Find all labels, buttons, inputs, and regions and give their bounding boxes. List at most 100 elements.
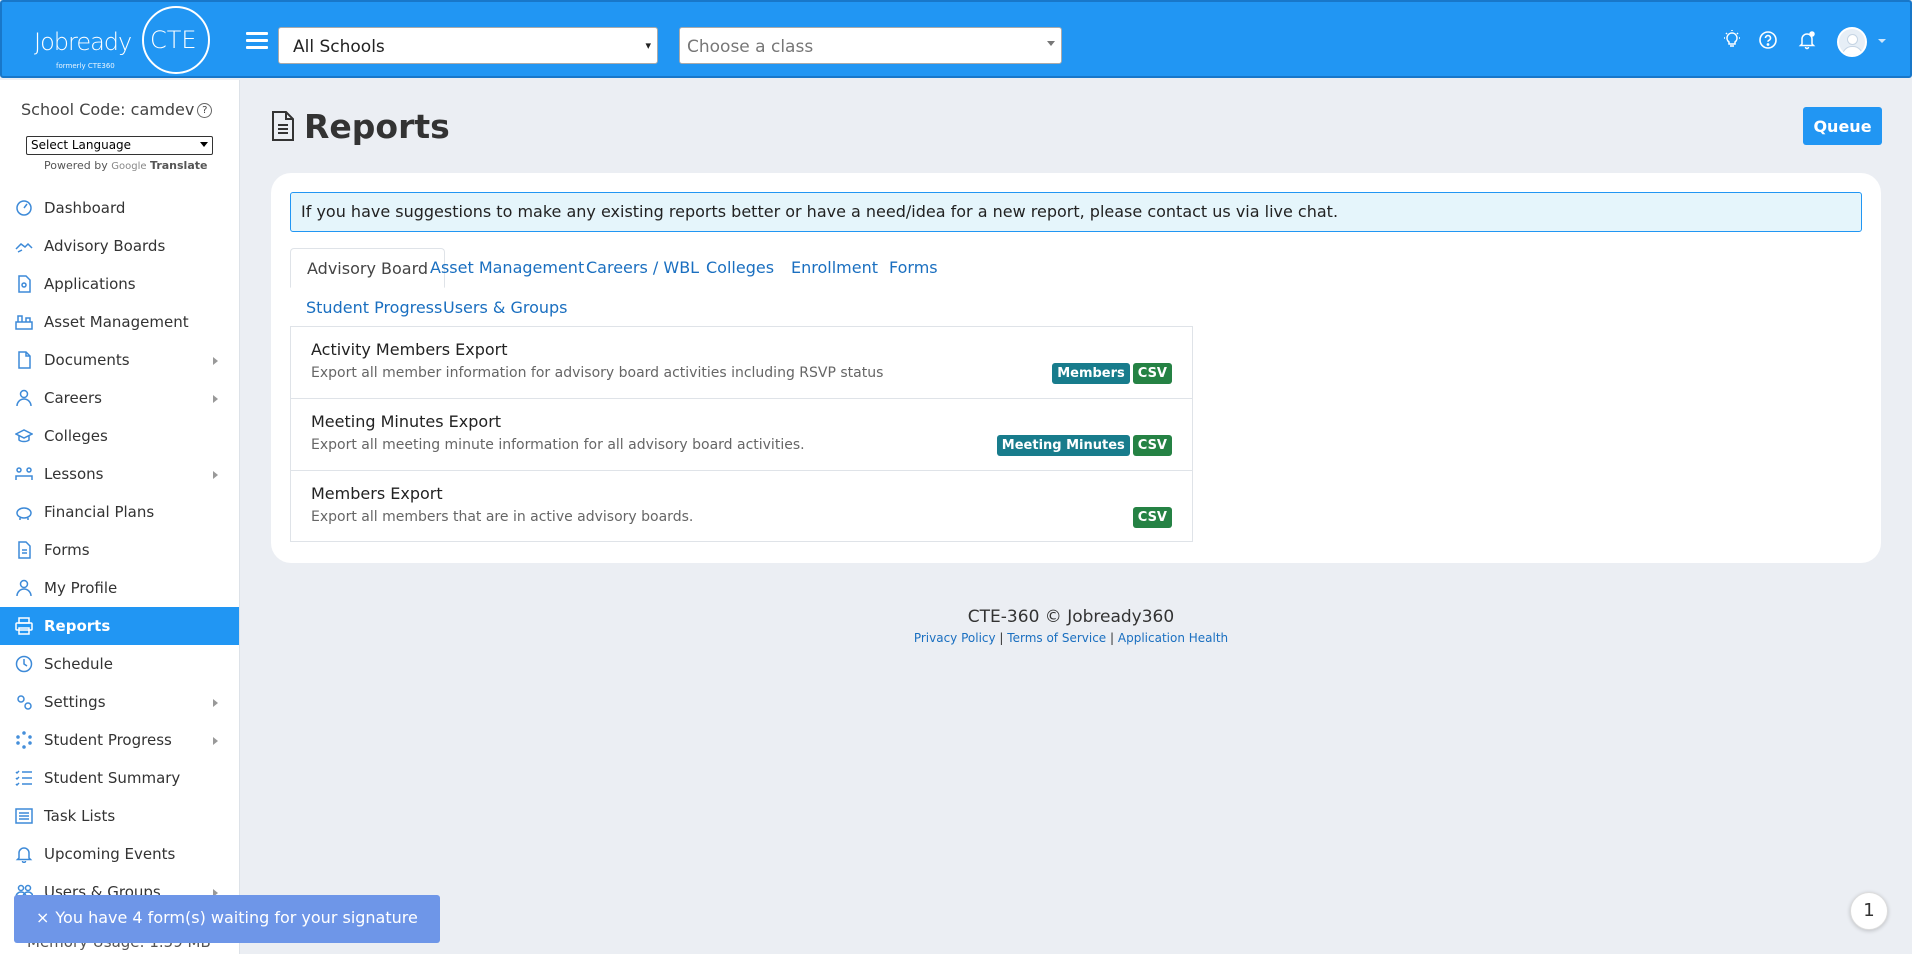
privacy-policy-link[interactable]: Privacy Policy xyxy=(914,631,996,645)
lightbulb-icon[interactable] xyxy=(1721,30,1743,52)
sidebar-item-asset-management[interactable]: Asset Management xyxy=(0,303,239,341)
report-title: Members Export xyxy=(311,484,443,503)
powered-by-text: Powered by xyxy=(44,159,108,172)
translate-link[interactable]: Translate xyxy=(150,159,207,172)
sidebar-item-label: Student Progress xyxy=(44,731,172,749)
sidebar-item-advisory-boards[interactable]: Advisory Boards xyxy=(0,227,239,265)
footer-separator: | xyxy=(999,631,1004,645)
chevron-right-icon xyxy=(213,471,218,479)
report-title: Meeting Minutes Export xyxy=(311,412,502,431)
handshake-icon xyxy=(14,236,34,256)
help-icon[interactable]: ? xyxy=(197,103,213,118)
report-item[interactable]: Meeting Minutes Export Export all meeting… xyxy=(291,399,1192,471)
clock-icon xyxy=(14,654,34,674)
progress-icon xyxy=(14,730,34,750)
language-select-value: Select Language xyxy=(31,138,132,152)
sidebar-item-label: Forms xyxy=(44,541,90,559)
chat-bubble[interactable]: 1 xyxy=(1850,892,1888,930)
language-select[interactable]: Select Language xyxy=(26,136,213,155)
sidebar-item-reports[interactable]: Reports xyxy=(0,607,239,645)
help-icon[interactable] xyxy=(1757,30,1779,52)
type-badge: Members xyxy=(1052,363,1130,384)
sidebar-item-settings[interactable]: Settings xyxy=(0,683,239,721)
sidebar-item-label: Advisory Boards xyxy=(44,237,166,255)
lessons-icon xyxy=(14,464,34,484)
application-icon xyxy=(14,274,34,294)
terms-of-service-link[interactable]: Terms of Service xyxy=(1007,631,1106,645)
form-icon xyxy=(14,540,34,560)
csv-badge: CSV xyxy=(1132,435,1172,456)
type-badge: Meeting Minutes xyxy=(996,435,1130,456)
menu-toggle-icon[interactable] xyxy=(246,32,268,50)
report-item[interactable]: Members Export Export all members that ar… xyxy=(291,471,1192,541)
chevron-right-icon xyxy=(213,699,218,707)
sidebar-item-my-profile[interactable]: My Profile xyxy=(0,569,239,607)
footer-separator: | xyxy=(1110,631,1115,645)
app-logo[interactable]: Jobready CTE formerly CTE360 xyxy=(32,6,212,76)
avatar-caret-icon[interactable] xyxy=(1878,39,1886,43)
report-item[interactable]: Activity Members Export Export all member… xyxy=(291,327,1192,399)
sidebar-item-label: Upcoming Events xyxy=(44,845,176,863)
sidebar-item-label: Dashboard xyxy=(44,199,126,217)
sidebar-item-applications[interactable]: Applications xyxy=(0,265,239,303)
sidebar-item-label: Financial Plans xyxy=(44,503,155,521)
sidebar-item-label: Applications xyxy=(44,275,136,293)
close-icon[interactable]: × xyxy=(36,908,49,927)
user-avatar[interactable] xyxy=(1837,27,1867,57)
sidebar: School Code: camdev? Select Language Pow… xyxy=(0,80,240,954)
copyright: CTE-360 © Jobready360 xyxy=(967,607,1175,627)
school-select[interactable]: All Schools ▾ xyxy=(278,27,658,64)
tab-users-groups[interactable]: Users & Groups xyxy=(427,288,584,328)
sidebar-item-upcoming-events[interactable]: Upcoming Events xyxy=(0,835,239,873)
csv-badge: CSV xyxy=(1132,363,1172,384)
google-logo-text: Google xyxy=(111,161,147,172)
bell-icon[interactable] xyxy=(1796,30,1818,52)
sidebar-item-forms[interactable]: Forms xyxy=(0,531,239,569)
document-icon xyxy=(272,111,294,141)
application-health-link[interactable]: Application Health xyxy=(1118,631,1228,645)
sidebar-item-label: Lessons xyxy=(44,465,104,483)
school-code-text: School Code: camdev xyxy=(21,100,195,119)
school-code: School Code: camdev? xyxy=(21,100,213,119)
report-badges: Members CSV xyxy=(1052,363,1172,384)
class-select[interactable]: Choose a class xyxy=(679,27,1062,64)
reports-card: If you have suggestions to make any exis… xyxy=(271,173,1881,563)
caret-down-icon xyxy=(1047,41,1055,46)
sidebar-item-label: Careers xyxy=(44,389,102,407)
signature-toast[interactable]: × You have 4 form(s) waiting for your sig… xyxy=(14,895,440,943)
chevron-right-icon xyxy=(213,395,218,403)
piggy-bank-icon xyxy=(14,502,34,522)
document-icon xyxy=(14,350,34,370)
tab-forms[interactable]: Forms xyxy=(873,248,954,288)
school-select-value: All Schools xyxy=(293,37,385,57)
caret-down-icon xyxy=(200,142,208,147)
report-badges: CSV xyxy=(1132,507,1172,528)
graduation-cap-icon xyxy=(14,426,34,446)
sidebar-item-label: Colleges xyxy=(44,427,108,445)
checklist-icon xyxy=(14,768,34,788)
sidebar-item-dashboard[interactable]: Dashboard xyxy=(0,189,239,227)
chevron-right-icon xyxy=(213,357,218,365)
printer-icon xyxy=(14,616,34,636)
sidebar-item-task-lists[interactable]: Task Lists xyxy=(0,797,239,835)
sidebar-item-careers[interactable]: Careers xyxy=(0,379,239,417)
profile-icon xyxy=(14,578,34,598)
sidebar-item-lessons[interactable]: Lessons xyxy=(0,455,239,493)
sidebar-item-student-progress[interactable]: Student Progress xyxy=(0,721,239,759)
sidebar-item-documents[interactable]: Documents xyxy=(0,341,239,379)
sidebar-item-financial-plans[interactable]: Financial Plans xyxy=(0,493,239,531)
sidebar-nav: Dashboard Advisory Boards Applications Asse… xyxy=(0,189,239,911)
sidebar-item-label: Reports xyxy=(44,617,111,635)
dashboard-icon xyxy=(14,198,34,218)
chevron-down-icon: ▾ xyxy=(645,39,651,52)
queue-button[interactable]: Queue xyxy=(1803,107,1882,145)
sidebar-item-label: Documents xyxy=(44,351,130,369)
report-description: Export all member information for adviso… xyxy=(311,365,884,381)
sidebar-item-schedule[interactable]: Schedule xyxy=(0,645,239,683)
logo-subtitle: formerly CTE360 xyxy=(56,62,115,70)
sidebar-item-label: Task Lists xyxy=(44,807,116,825)
csv-badge: CSV xyxy=(1132,507,1172,528)
logo-cte-text: CTE xyxy=(150,26,197,54)
sidebar-item-colleges[interactable]: Colleges xyxy=(0,417,239,455)
sidebar-item-student-summary[interactable]: Student Summary xyxy=(0,759,239,797)
